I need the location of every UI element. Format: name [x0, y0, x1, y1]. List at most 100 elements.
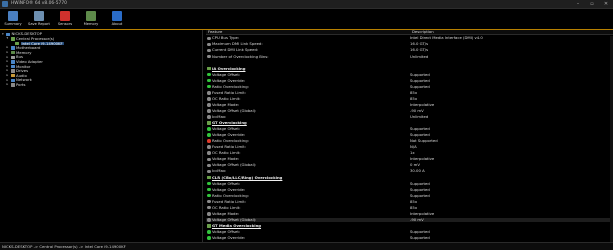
toolbar-label: Sensors — [57, 22, 73, 26]
detail-row[interactable]: Fused Ratio Limit: 85x — [206, 199, 613, 204]
feature-label: Maximum DMI Link Speed: — [212, 41, 263, 47]
column-header-description[interactable]: Description — [410, 30, 613, 35]
detail-row[interactable] — [206, 60, 613, 65]
device-icon — [10, 73, 15, 78]
toolbar-label: About — [111, 22, 123, 26]
about-button[interactable]: About — [104, 9, 130, 29]
cpu-icon — [207, 66, 211, 71]
feature-label: Ratio Overclocking: — [212, 83, 249, 89]
detail-row[interactable]: Voltage Override: Supported — [206, 133, 613, 138]
minimize-button[interactable]: – — [571, 0, 585, 9]
detail-row[interactable]: Voltage Mode: Interpolative — [206, 157, 613, 162]
expand-toggle-icon[interactable]: ▸ — [7, 73, 11, 77]
close-button[interactable]: ✕ — [599, 0, 613, 9]
info-icon — [207, 157, 211, 162]
detail-row[interactable]: OC Ratio Limit: 85x — [206, 205, 613, 210]
detail-row[interactable]: IccMax: Unlimited — [206, 115, 613, 120]
feature-label: Voltage Offset (Global): — [212, 162, 257, 168]
expand-toggle-icon[interactable]: ▾ — [7, 36, 11, 40]
save-report-button[interactable]: Save Report — [26, 9, 52, 29]
detail-row[interactable]: Voltage Offset: Supported — [206, 230, 613, 235]
feature-value: Supported — [410, 228, 430, 234]
feature-label: IA Overclocking — [212, 65, 246, 71]
cpu-icon — [207, 224, 211, 228]
feature-label: OC Ratio Limit: — [212, 95, 241, 101]
expand-toggle-icon[interactable]: ▸ — [7, 50, 11, 54]
detail-row[interactable]: OC Ratio Limit: 1x — [206, 151, 613, 156]
detail-row[interactable]: Ratio Overclocking: Supported — [206, 84, 613, 89]
info-icon — [207, 42, 211, 47]
feature-label: Voltage Offset: — [212, 71, 241, 77]
info-icon — [207, 97, 211, 101]
detail-row[interactable]: Fused Ratio Limit: N/A — [206, 145, 613, 150]
feature-label: Voltage Offset (Global): — [212, 216, 257, 222]
toolbar-label: Summary — [4, 22, 22, 26]
detail-row[interactable]: IccMax: 30.00 A — [206, 169, 613, 174]
feature-label: GT Media Overclocking — [212, 222, 262, 228]
feature-label: Voltage Offset: — [212, 180, 241, 186]
detail-row[interactable]: Voltage Override: Supported — [206, 187, 613, 192]
column-header-feature[interactable]: Feature — [206, 30, 410, 35]
detail-row[interactable]: Voltage Mode: Interpolative — [206, 211, 613, 216]
feature-value: 85x — [410, 204, 418, 210]
feature-value: 0 mV — [410, 162, 420, 168]
feature-label: Voltage Override: — [212, 186, 246, 192]
cpu-icon — [207, 121, 211, 125]
feature-value: 16.0 GT/s — [410, 47, 429, 53]
about-icon — [112, 11, 122, 21]
info-icon — [207, 145, 211, 149]
detail-row[interactable]: OC Ratio Limit: 85x — [206, 97, 613, 102]
detail-row[interactable]: CPU Bus Type: Intel Direct Media Interfac… — [206, 36, 613, 41]
info-icon — [207, 205, 211, 210]
memory-button[interactable]: Memory — [78, 9, 104, 29]
device-icon — [10, 50, 15, 55]
toolbar: Summary Save Report Sensors Memory About — [0, 9, 613, 30]
title-bar: HWiNFO® 64 v8.06-5770 – ▫ ✕ — [0, 0, 613, 9]
device-tree[interactable]: ▾ NICKS-DESKTOP ▾ Central Processor(s) Intel… — [0, 30, 203, 242]
detail-row[interactable]: Voltage Offset (Global): -90 mV — [206, 216, 613, 223]
feature-label: Voltage Mode: — [212, 156, 240, 162]
detail-row[interactable]: Fused Ratio Limit: 85x — [206, 90, 613, 95]
tree-item[interactable]: ▸ Ports — [7, 82, 26, 88]
detail-row[interactable]: Voltage Offset: Supported — [206, 127, 613, 132]
section-header-row[interactable]: GT Media Overclocking — [206, 224, 613, 229]
section-header-row[interactable]: CLR (CBo/LLC/Ring) Overclocking — [206, 175, 613, 180]
detail-row[interactable]: Maximum DMI Link Speed: 16.0 GT/s — [206, 42, 613, 47]
supported-icon — [207, 84, 211, 89]
device-icon — [10, 60, 15, 64]
feature-label: Voltage Mode: — [212, 101, 240, 107]
detail-row[interactable]: Voltage Offset: Supported — [206, 72, 613, 77]
maximize-button[interactable]: ▫ — [585, 0, 599, 9]
window-controls: – ▫ ✕ — [571, 0, 613, 9]
section-header-row[interactable]: GT Overclocking — [206, 121, 613, 126]
sensors-button[interactable]: Sensors — [52, 9, 78, 29]
detail-row[interactable]: Ratio Overclocking: Supported — [206, 193, 613, 198]
info-icon — [207, 103, 211, 107]
feature-label: Voltage Offset (Global): — [212, 107, 257, 113]
feature-value: Not Supported — [410, 138, 438, 144]
summary-button[interactable]: Summary — [0, 9, 26, 29]
feature-label: GT Overclocking — [212, 120, 247, 126]
detail-row[interactable]: Voltage Override: Supported — [206, 78, 613, 83]
section-header-row[interactable]: IA Overclocking — [206, 66, 613, 71]
app-icon — [2, 1, 8, 7]
detail-row[interactable]: Number of Overclocking Bins: Unlimited — [206, 54, 613, 59]
feature-label: Fused Ratio Limit: — [212, 198, 246, 204]
info-icon — [207, 151, 211, 156]
feature-label: CLR (CBo/LLC/Ring) Overclocking — [212, 174, 283, 180]
feature-label: OC Ratio Limit: — [212, 150, 241, 156]
feature-label: Voltage Offset: — [212, 228, 241, 234]
feature-label: Voltage Mode: — [212, 210, 240, 216]
detail-row[interactable]: Voltage Offset: Supported — [206, 181, 613, 186]
detail-row[interactable]: Voltage Mode: Interpolative — [206, 103, 613, 108]
expand-toggle-icon[interactable]: ▸ — [7, 82, 11, 86]
detail-row[interactable]: Voltage Offset (Global): -90 mV — [206, 109, 613, 114]
detail-row[interactable]: Voltage Offset (Global): 0 mV — [206, 163, 613, 168]
detail-row[interactable]: Ratio Overclocking: Not Supported — [206, 139, 613, 144]
detail-row[interactable]: Current DMI Link Speed: 16.0 GT/s — [206, 48, 613, 53]
feature-value: Supported — [410, 192, 430, 198]
info-icon — [207, 163, 211, 168]
detail-row[interactable]: Voltage Override: Supported — [206, 236, 613, 241]
device-icon — [10, 37, 15, 41]
status-path: NICKS-DESKTOP -> Central Processor(s) ->… — [2, 243, 126, 249]
